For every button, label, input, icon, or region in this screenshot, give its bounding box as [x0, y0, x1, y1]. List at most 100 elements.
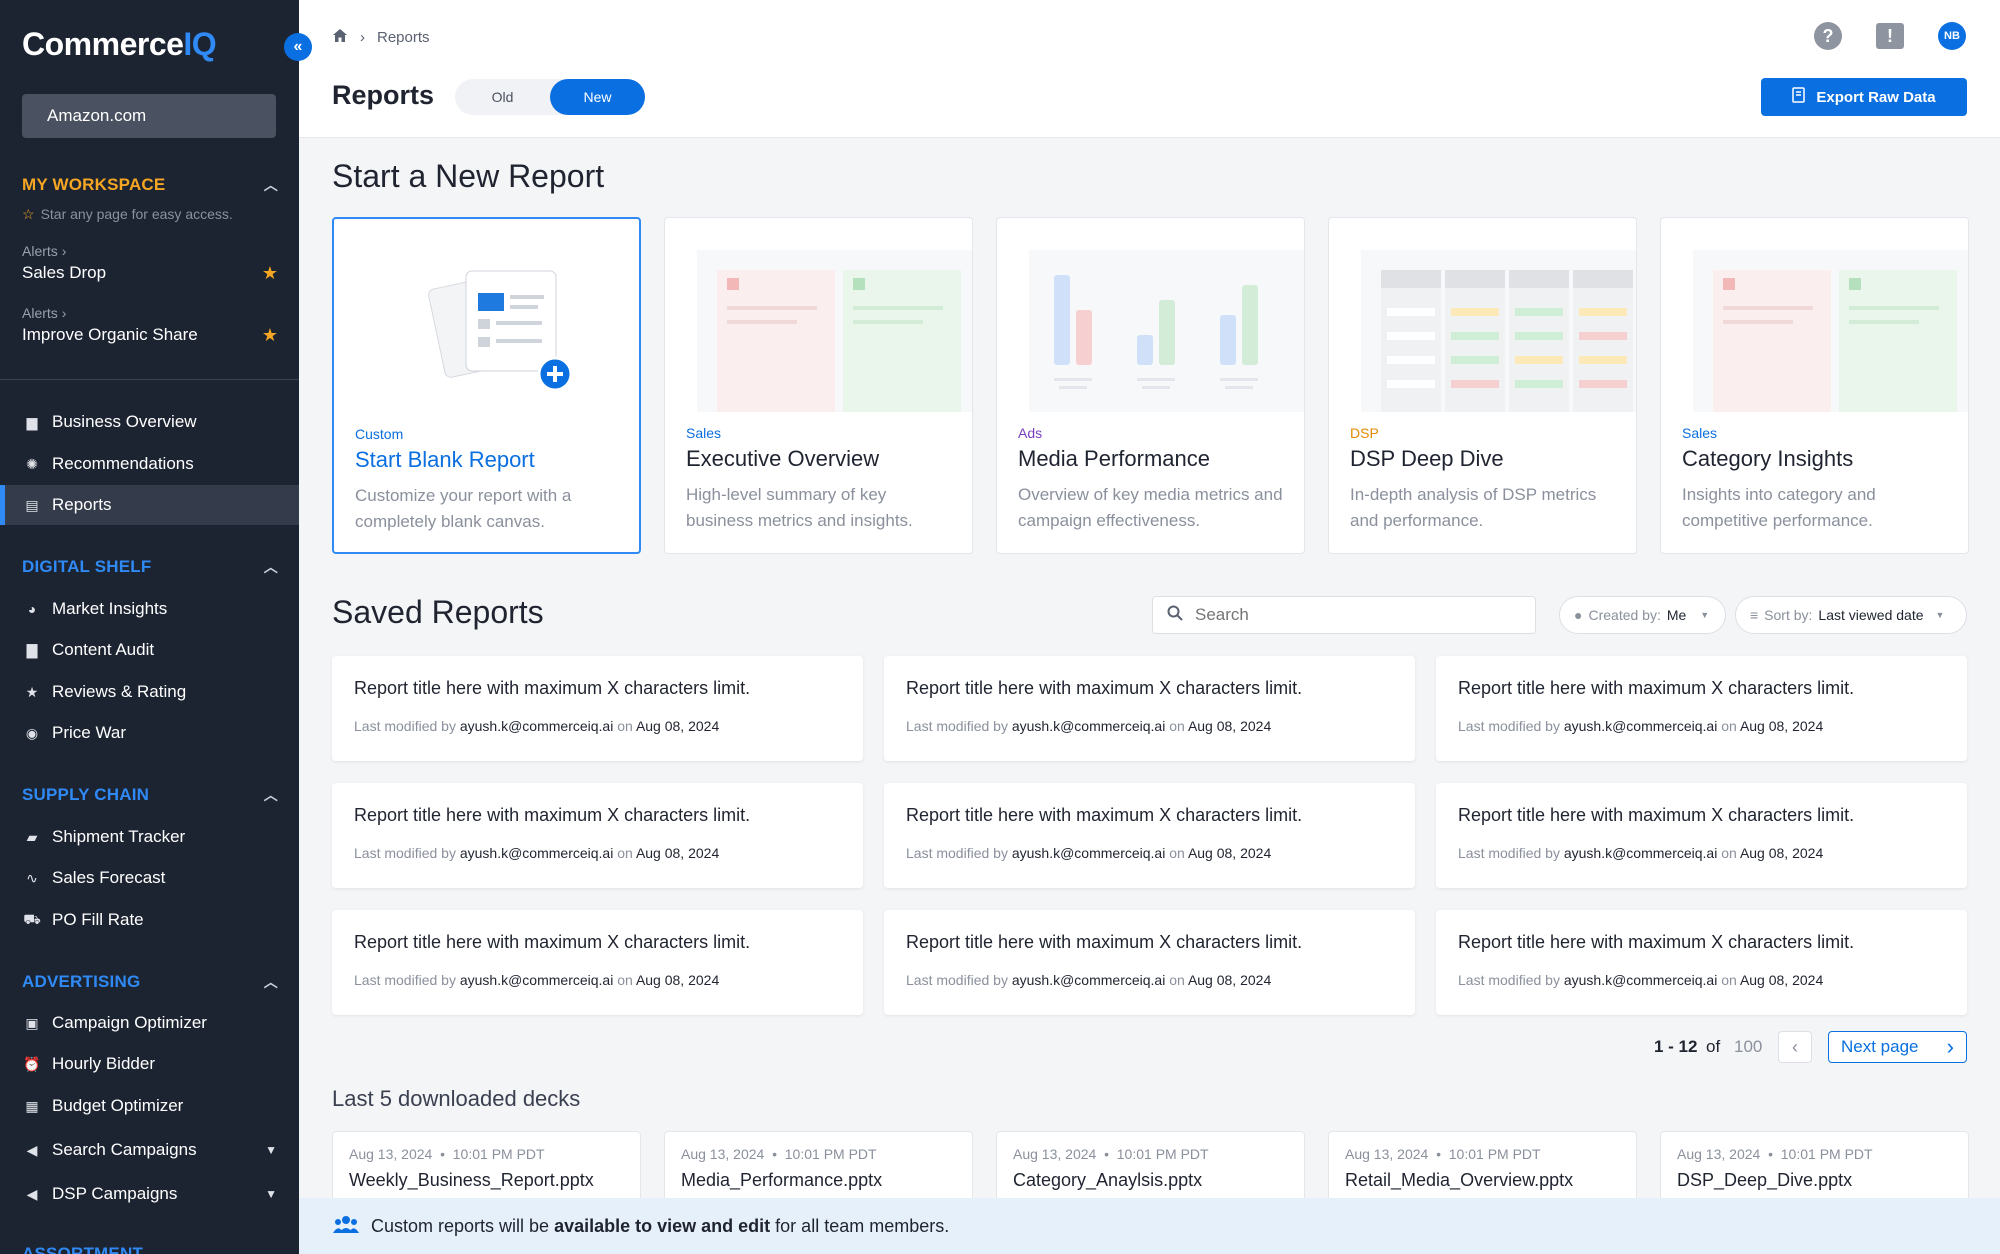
- previous-page-button[interactable]: ‹: [1778, 1031, 1812, 1063]
- workspace-alert-improve-organic-share[interactable]: Alerts › Improve Organic Share ★: [22, 305, 278, 346]
- deck-card[interactable]: Aug 13, 2024 • 10:01 PM PDT Media_Perfor…: [664, 1131, 973, 1201]
- report-title: Report title here with maximum X charact…: [354, 932, 751, 952]
- template-card-media-performance[interactable]: Ads Media Performance Overview of key me…: [996, 217, 1305, 554]
- toggle-old[interactable]: Old: [455, 79, 550, 115]
- template-thumbnail: [1693, 250, 1968, 412]
- sidebar-item-market-insights[interactable]: ◕ Market Insights: [0, 589, 299, 629]
- megaphone-icon: ◀: [26, 1185, 38, 1202]
- report-meta: Last modified by ayush.k@commerceiq.ai o…: [1458, 718, 1824, 734]
- workspace-alert-sales-drop[interactable]: Alerts › Sales Drop ★: [22, 243, 278, 284]
- sidebar-item-budget-optimizer[interactable]: ▦ Budget Optimizer: [0, 1086, 299, 1126]
- toggle-new[interactable]: New: [550, 79, 645, 115]
- star-icon: ★: [25, 683, 39, 700]
- downloaded-decks-heading: Last 5 downloaded decks: [332, 1086, 581, 1111]
- saved-report-card[interactable]: Report title here with maximum X charact…: [332, 910, 863, 1015]
- export-raw-data-button[interactable]: Export Raw Data: [1761, 78, 1967, 116]
- section-my-workspace[interactable]: MY WORKSPACE ︿: [22, 175, 278, 195]
- template-description: High-level summary of key business metri…: [686, 485, 913, 530]
- template-card-executive-overview[interactable]: Sales Executive Overview High-level summ…: [664, 217, 973, 554]
- start-new-report-heading: Start a New Report: [332, 158, 605, 194]
- template-name: Executive Overview: [686, 446, 880, 471]
- home-icon[interactable]: [332, 28, 348, 47]
- section-digital-shelf[interactable]: DIGITAL SHELF ︿: [22, 557, 278, 577]
- deck-timestamp: Aug 13, 2024 • 10:01 PM PDT: [1677, 1146, 1873, 1162]
- commerceiq-logo[interactable]: CommerceIQ: [22, 26, 217, 63]
- sidebar-item-content-audit[interactable]: ▇ Content Audit: [0, 630, 299, 670]
- avatar[interactable]: NB: [1938, 22, 1966, 50]
- deck-filename: Retail_Media_Overview.pptx: [1345, 1170, 1574, 1190]
- chevron-up-icon: ︿: [263, 787, 278, 803]
- section-assortment[interactable]: ASSORTMENT: [22, 1244, 278, 1254]
- pagination-range: 1 - 12: [1654, 1037, 1698, 1056]
- version-toggle: Old New: [455, 79, 645, 115]
- template-thumbnail: [697, 250, 972, 412]
- caret-down-icon: ▼: [265, 1143, 277, 1157]
- report-meta: Last modified by ayush.k@commerceiq.ai o…: [1458, 845, 1824, 861]
- section-supply-chain[interactable]: SUPPLY CHAIN ︿: [22, 785, 278, 805]
- star-outline-icon: ☆: [22, 206, 35, 222]
- star-filled-icon[interactable]: ★: [262, 263, 278, 284]
- sidebar-item-price-war[interactable]: ◉ Price War: [0, 713, 299, 753]
- saved-report-card[interactable]: Report title here with maximum X charact…: [884, 783, 1415, 888]
- saved-report-card[interactable]: Report title here with maximum X charact…: [332, 783, 863, 888]
- star-filled-icon[interactable]: ★: [262, 325, 278, 346]
- collapse-sidebar-button[interactable]: «: [284, 33, 312, 61]
- report-meta: Last modified by ayush.k@commerceiq.ai o…: [906, 845, 1272, 861]
- saved-report-card[interactable]: Report title here with maximum X charact…: [1436, 910, 1967, 1015]
- document-icon: ▇: [26, 641, 38, 658]
- account-selector[interactable]: Amazon.com: [22, 94, 276, 138]
- report-title: Report title here with maximum X charact…: [1458, 932, 1855, 952]
- top-header: › Reports Reports Old New ? ! NB Export …: [299, 0, 2000, 138]
- deck-filename: DSP_Deep_Dive.pptx: [1677, 1170, 1853, 1190]
- template-card-dsp-deep-dive[interactable]: DSP DSP Deep Dive In-depth analysis of D…: [1328, 217, 1637, 554]
- saved-reports-heading: Saved Reports: [332, 594, 544, 630]
- section-advertising[interactable]: ADVERTISING ︿: [22, 972, 278, 992]
- help-icon[interactable]: ?: [1814, 22, 1842, 50]
- template-name: Start Blank Report: [355, 447, 535, 472]
- sort-by-filter[interactable]: ≡ Sort by: Last viewed date ▼: [1735, 596, 1967, 634]
- user-icon: ●: [1574, 607, 1583, 623]
- deck-card[interactable]: Aug 13, 2024 • 10:01 PM PDT DSP_Deep_Div…: [1660, 1131, 1969, 1201]
- report-icon: ▤: [25, 496, 39, 513]
- sidebar-item-shipment-tracker[interactable]: ▰ Shipment Tracker: [0, 817, 299, 857]
- sidebar-item-reports[interactable]: ▤ Reports: [0, 485, 299, 525]
- template-card-category-insights[interactable]: Sales Category Insights Insights into ca…: [1660, 217, 1969, 554]
- template-description: Insights into category and competitive p…: [1682, 485, 1876, 530]
- sidebar-item-dsp-campaigns[interactable]: ◀ DSP Campaigns ▼: [0, 1174, 299, 1214]
- template-category: Sales: [1682, 425, 1718, 441]
- banner-text: Custom reports will be available to view…: [371, 1215, 950, 1236]
- next-page-button[interactable]: Next page ›: [1828, 1031, 1967, 1063]
- deck-filename: Media_Performance.pptx: [681, 1170, 883, 1190]
- saved-report-card[interactable]: Report title here with maximum X charact…: [332, 656, 863, 761]
- template-category: Ads: [1018, 425, 1043, 441]
- deck-timestamp: Aug 13, 2024 • 10:01 PM PDT: [349, 1146, 545, 1162]
- sidebar-item-sales-forecast[interactable]: ∿ Sales Forecast: [0, 858, 299, 898]
- saved-report-card[interactable]: Report title here with maximum X charact…: [1436, 783, 1967, 888]
- template-thumbnail: [1029, 250, 1304, 412]
- sidebar-item-campaign-optimizer[interactable]: ▣ Campaign Optimizer: [0, 1003, 299, 1043]
- deck-card[interactable]: Aug 13, 2024 • 10:01 PM PDT Retail_Media…: [1328, 1131, 1637, 1201]
- deck-card[interactable]: Aug 13, 2024 • 10:01 PM PDT Weekly_Busin…: [332, 1131, 641, 1201]
- report-title: Report title here with maximum X charact…: [354, 678, 751, 698]
- search-box: [1152, 596, 1536, 634]
- created-by-filter[interactable]: ● Created by: Me ▼: [1559, 596, 1726, 634]
- sidebar-item-hourly-bidder[interactable]: ⏰ Hourly Bidder: [0, 1044, 299, 1084]
- saved-report-card[interactable]: Report title here with maximum X charact…: [884, 656, 1415, 761]
- saved-report-card[interactable]: Report title here with maximum X charact…: [884, 910, 1415, 1015]
- sidebar-item-po-fill-rate[interactable]: ⛟ PO Fill Rate: [0, 900, 299, 940]
- caret-down-icon: ▼: [1700, 610, 1710, 620]
- report-meta: Last modified by ayush.k@commerceiq.ai o…: [906, 718, 1272, 734]
- team-icon: [333, 1215, 359, 1238]
- template-card-start-blank[interactable]: Custom Start Blank Report Customize your…: [332, 217, 641, 554]
- chevron-up-icon: ︿: [263, 974, 278, 990]
- sidebar-item-business-overview[interactable]: ▆ Business Overview: [0, 402, 299, 442]
- feedback-icon[interactable]: !: [1876, 23, 1904, 49]
- sidebar-item-search-campaigns[interactable]: ◀ Search Campaigns ▼: [0, 1130, 299, 1170]
- sidebar-item-reviews-rating[interactable]: ★ Reviews & Rating: [0, 672, 299, 712]
- sidebar-item-recommendations[interactable]: ✺ Recommendations: [0, 444, 299, 484]
- deck-card[interactable]: Aug 13, 2024 • 10:01 PM PDT Category_Ana…: [996, 1131, 1305, 1201]
- search-input[interactable]: [1195, 605, 1515, 625]
- main-content: Start a New Report Custom Start Blank Re…: [299, 138, 2000, 1201]
- report-meta: Last modified by ayush.k@commerceiq.ai o…: [354, 972, 720, 988]
- saved-report-card[interactable]: Report title here with maximum X charact…: [1436, 656, 1967, 761]
